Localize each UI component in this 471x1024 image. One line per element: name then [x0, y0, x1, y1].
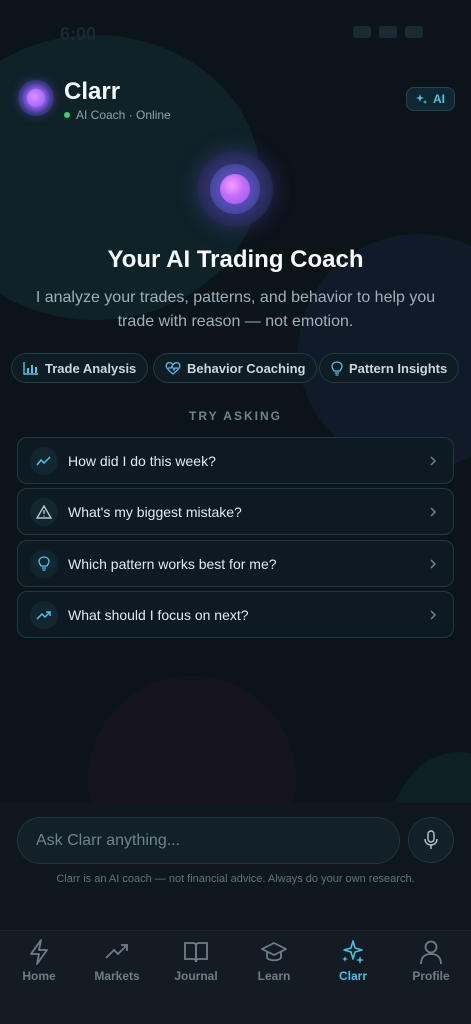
sparkles-icon — [416, 94, 427, 104]
status-bar: 6:00 — [0, 0, 471, 60]
tab-label: Profile — [412, 969, 450, 983]
tab-label: Clarr — [338, 969, 367, 983]
chip-behavior-coaching[interactable]: Behavior Coaching — [153, 353, 318, 383]
chip-label: Behavior Coaching — [187, 360, 306, 376]
ai-badge[interactable]: AI — [406, 87, 455, 111]
trending-up-icon — [30, 600, 58, 629]
online-indicator — [64, 112, 70, 118]
tab-learn[interactable]: Learn — [235, 939, 313, 991]
suggestion-biggest-mistake[interactable]: What's my biggest mistake? — [17, 488, 454, 535]
tab-markets[interactable]: Markets — [78, 939, 156, 991]
sparkles-icon — [342, 940, 364, 964]
trending-up-icon — [105, 944, 128, 959]
lightbulb-icon — [30, 549, 58, 578]
user-icon — [420, 940, 442, 965]
bar-chart-icon — [23, 362, 38, 375]
hero-title: Your AI Trading Coach — [107, 246, 364, 273]
hero-subtitle: I analyze your trades, patterns, and beh… — [35, 289, 436, 330]
book-icon — [184, 942, 208, 963]
disclaimer: Clarr is an AI coach — not financial adv… — [56, 873, 415, 885]
chevron-right-icon — [430, 455, 437, 466]
battery-icon — [405, 26, 423, 38]
heart-pulse-icon — [165, 362, 181, 375]
ai-orb — [197, 151, 273, 227]
tab-label: Home — [22, 969, 56, 983]
tab-home[interactable]: Home — [0, 939, 78, 991]
graduation-cap-icon — [261, 942, 287, 962]
chevron-right-icon — [430, 609, 437, 620]
chip-label: Trade Analysis — [45, 360, 137, 376]
app-header: Clarr AI Coach · Online AI — [18, 78, 455, 122]
status-icons — [353, 26, 423, 38]
tab-label: Learn — [257, 969, 291, 983]
suggestion-text: What should I focus on next? — [68, 606, 249, 623]
tab-clarr[interactable]: Clarr — [314, 939, 392, 991]
signal-icon — [353, 26, 371, 38]
tab-label: Markets — [94, 969, 140, 983]
status-time: 6:00 — [60, 24, 97, 44]
suggestion-week-review[interactable]: How did I do this week? — [17, 437, 454, 484]
ai-orb-core — [220, 174, 250, 204]
trend-line-icon — [30, 446, 58, 475]
chevron-right-icon — [430, 506, 437, 517]
try-asking-label: TRY ASKING — [189, 409, 282, 423]
mic-button[interactable] — [408, 817, 454, 863]
bolt-icon — [30, 939, 48, 965]
tab-label: Journal — [174, 969, 218, 983]
suggestion-best-pattern[interactable]: Which pattern works best for me? — [17, 540, 454, 587]
coach-status: AI Coach · Online — [64, 108, 171, 122]
suggestion-text: How did I do this week? — [68, 452, 216, 469]
clarr-avatar — [18, 80, 54, 116]
composer: Clarr is an AI coach — not financial adv… — [0, 803, 471, 930]
coach-status-text: AI Coach · Online — [76, 108, 171, 122]
suggestion-focus-next[interactable]: What should I focus on next? — [17, 591, 454, 638]
bottom-tab-bar: Home Markets Journal Learn Clarr Profile — [0, 930, 471, 1024]
ask-input[interactable] — [17, 817, 400, 864]
chip-pattern-insights[interactable]: Pattern Insights — [319, 353, 460, 383]
suggestion-text: What's my biggest mistake? — [68, 503, 242, 520]
chip-label: Pattern Insights — [349, 360, 448, 376]
lightbulb-icon — [331, 360, 343, 376]
clarr-coach-screen: 6:00 Clarr AI Coach · Online AI Your AI … — [0, 0, 471, 1024]
warning-icon — [30, 497, 58, 526]
ai-badge-label: AI — [433, 92, 445, 106]
chip-trade-analysis[interactable]: Trade Analysis — [11, 353, 149, 383]
app-title: Clarr — [64, 78, 121, 105]
tab-journal[interactable]: Journal — [157, 939, 235, 991]
chevron-right-icon — [430, 558, 437, 569]
wifi-icon — [379, 26, 397, 38]
tab-profile[interactable]: Profile — [392, 939, 470, 991]
suggestion-text: Which pattern works best for me? — [68, 555, 277, 572]
microphone-icon — [424, 830, 438, 849]
